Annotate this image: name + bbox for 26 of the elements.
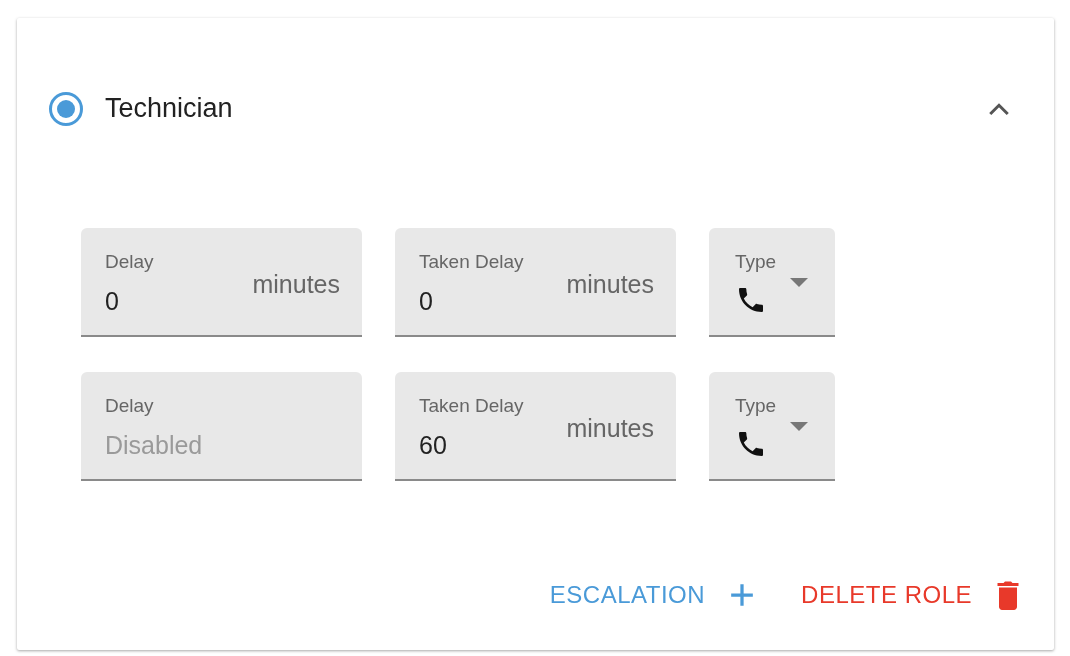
field-label: Taken Delay [419,394,525,418]
delete-role-button[interactable]: DELETE ROLE [801,577,1020,613]
field-value: 60 [419,429,447,461]
field-label: Taken Delay [419,250,525,274]
add-escalation-button[interactable]: ESCALATION [549,577,756,613]
unit-label: minutes [252,269,340,300]
trash-icon [996,580,1020,610]
caret-icon [790,278,808,288]
type-select[interactable]: Type [709,372,835,481]
type-select[interactable]: Type [709,228,835,337]
role-title: Technician [105,92,233,126]
caret-icon [790,422,808,432]
input-field[interactable]: Taken Delay 0 minutes [395,228,676,337]
input-field[interactable]: Taken Delay 60 minutes [395,372,676,481]
radio-button[interactable] [49,91,83,126]
field-label: Delay [105,394,155,418]
input-field[interactable]: Delay 0 minutes [81,228,362,337]
field-value: 0 [419,285,433,317]
field-label: Type [735,250,778,274]
field-label: Delay [105,250,155,274]
field-value: 0 [105,285,119,317]
field-placeholder: Disabled [105,429,203,461]
unit-label: minutes [566,413,654,444]
field-label: Type [735,394,778,418]
plus-icon [729,582,756,608]
unit-label: minutes [566,269,654,300]
